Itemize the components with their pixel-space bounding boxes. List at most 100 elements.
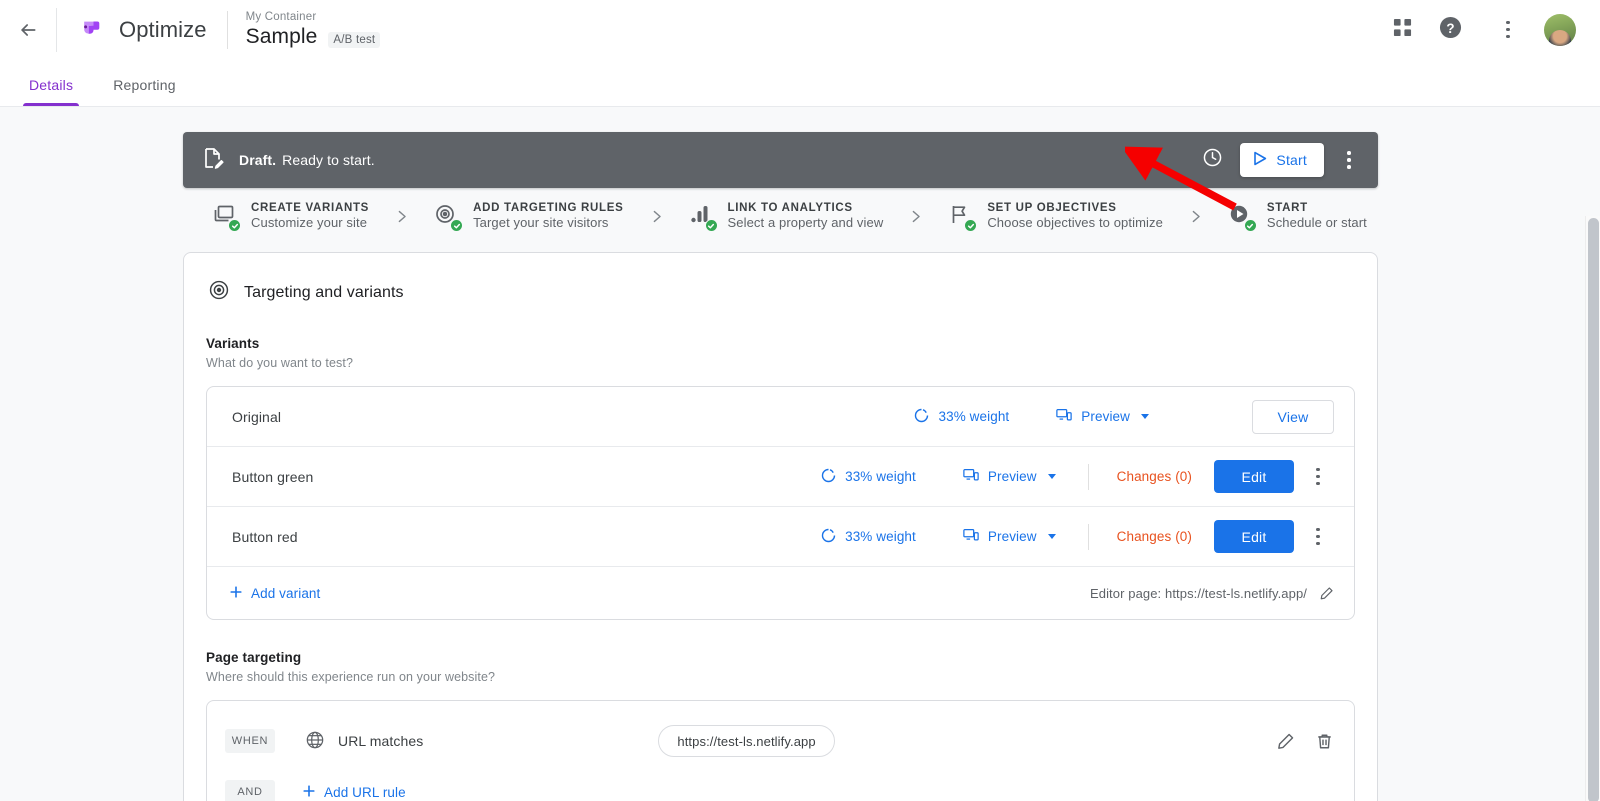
add-variant-label: Add variant [251,585,321,601]
step-title: CREATE VARIANTS [251,202,370,214]
targeting-variants-card: Targeting and variants Variants What do … [183,252,1378,801]
tab-details[interactable]: Details [22,77,80,106]
add-url-rule-button[interactable]: Add URL rule [302,784,406,801]
step-title: ADD TARGETING RULES [473,202,624,214]
variant-name: Original [232,408,282,425]
devices-icon [1056,407,1073,426]
tab-reporting[interactable]: Reporting [110,77,179,106]
target-rules-icon [434,203,464,232]
content-sheet: Draft. Ready to start. Start CREATE VARI… [183,108,1378,801]
status-state: Draft. [239,152,277,168]
step-complete-check-icon [228,219,241,232]
page-targeting-subheading: Where should this experience run on your… [206,670,496,684]
variant-weight[interactable]: 33% weight [821,528,916,546]
trash-icon[interactable] [1315,732,1334,751]
tab-details-label: Details [29,77,74,93]
status-message: Ready to start. [282,152,375,168]
status-more-button[interactable] [1334,142,1364,178]
tab-reporting-label: Reporting [113,77,176,93]
start-button-label: Start [1276,152,1307,168]
setup-stepper: CREATE VARIANTS Customize your site ADD … [183,188,1378,232]
page-scrollbar[interactable] [1585,216,1600,801]
apps-grid-button[interactable] [1388,16,1416,44]
variant-more-button[interactable] [1302,459,1334,495]
page-body: Draft. Ready to start. Start CREATE VARI… [0,108,1600,801]
header-more-button[interactable] [1492,12,1524,48]
step-subtitle: Choose objectives to optimize [987,215,1163,230]
variant-preview-label: Preview [987,469,1037,484]
rule-value[interactable]: https://test-ls.netlify.app [658,725,835,757]
card-header: Targeting and variants [206,277,1355,306]
container-label: My Container [245,11,317,23]
step-title: SET UP OBJECTIVES [987,202,1117,214]
variant-preview[interactable]: Preview [963,467,1056,486]
edit-button[interactable]: Edit [1214,460,1294,493]
view-button[interactable]: View [1252,399,1334,434]
back-button[interactable] [0,0,56,59]
header-actions: ? [1388,12,1600,48]
brand-block[interactable]: Optimize [57,15,207,45]
variant-weight[interactable]: 33% weight [821,468,916,486]
variant-weight-label: 33% weight [938,409,1010,424]
step-complete-check-icon [704,219,718,232]
variant-changes-link[interactable]: Changes (0) [1117,529,1192,544]
pencil-icon[interactable] [1276,732,1295,751]
pie-weight-icon [821,528,836,546]
variant-preview[interactable]: Preview [1056,407,1149,426]
variant-more-button[interactable] [1302,519,1334,555]
avatar[interactable] [1544,13,1576,46]
variant-preview-label: Preview [987,529,1037,544]
step-complete-check-icon [1243,219,1257,232]
variant-weight-label: 33% weight [845,469,916,484]
brand-name: Optimize [119,16,207,42]
variant-preview[interactable]: Preview [963,527,1056,546]
clock-icon [1202,147,1223,173]
step-title: LINK TO ANALYTICS [727,202,853,214]
play-circle-icon [1228,203,1257,232]
variant-weight-label: 33% weight [845,529,916,544]
bullseye-icon [208,279,230,306]
experience-context: My Container Sample A/B test [246,10,381,49]
app-header: Optimize My Container Sample A/B test ? [0,0,1600,59]
flag-icon [948,203,978,232]
more-vert-icon [1347,149,1351,170]
variants-icon [212,203,241,232]
step-set-up-objectives[interactable]: SET UP OBJECTIVES Choose objectives to o… [948,202,1163,232]
editor-page-info: Editor page: https://test-ls.netlify.app… [1090,586,1334,601]
start-button[interactable]: Start [1240,143,1324,177]
step-add-targeting-rules[interactable]: ADD TARGETING RULES Target your site vis… [434,202,624,232]
step-link-to-analytics[interactable]: LINK TO ANALYTICS Select a property and … [689,202,884,232]
pencil-icon[interactable] [1319,586,1334,601]
when-chip: WHEN [225,729,275,753]
add-variant-button[interactable]: Add variant [229,585,320,602]
chevron-down-icon [1047,534,1056,539]
variant-weight[interactable]: 33% weight [914,408,1009,426]
variant-name: Button green [232,468,314,485]
page-title: Sample [245,25,318,48]
grid-apps-icon [1393,18,1412,42]
step-create-variants[interactable]: CREATE VARIANTS Customize your site [212,202,370,232]
scrollbar-thumb[interactable] [1588,218,1599,801]
url-rule-row: WHEN URL matches https://test-ls.netlify… [225,719,1334,763]
chevron-right-icon [1187,208,1204,225]
optimize-logo-icon [76,15,106,45]
draft-document-icon [201,146,225,175]
help-button[interactable]: ? [1436,16,1464,44]
variant-name: Button red [232,528,298,545]
page-targeting-heading: Page targeting [206,650,302,665]
schedule-button[interactable] [1194,142,1230,178]
step-subtitle: Target your site visitors [473,215,609,230]
variant-preview-label: Preview [1081,409,1130,424]
edit-button[interactable]: Edit [1214,520,1294,553]
step-subtitle: Customize your site [251,215,368,230]
optimize-app: Optimize My Container Sample A/B test ? [0,0,1600,801]
play-triangle-icon [1253,151,1267,169]
variant-changes-link[interactable]: Changes (0) [1117,469,1192,484]
status-text: Draft. Ready to start. [239,152,375,168]
rule-kind[interactable]: URL matches [305,730,423,753]
devices-icon [963,467,979,486]
primary-tabs: Details Reporting [0,59,1600,107]
add-url-rule-row: AND Add URL rule [225,771,1334,801]
step-start[interactable]: START Schedule or start [1228,202,1367,232]
pie-weight-icon [914,408,929,426]
